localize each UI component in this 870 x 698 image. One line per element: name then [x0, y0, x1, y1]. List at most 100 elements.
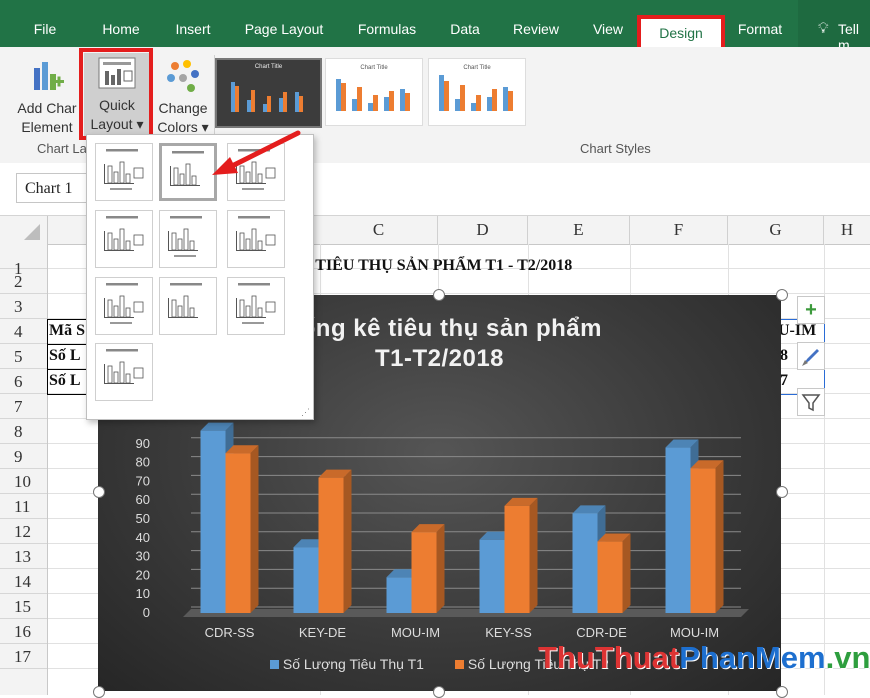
- y-tick-label: 20: [136, 567, 150, 582]
- chart-filters-button[interactable]: [797, 388, 825, 416]
- col-header-e[interactable]: E: [528, 216, 630, 244]
- col-header-f[interactable]: F: [630, 216, 728, 244]
- row-header-bar: 1 2 3 4 5 6 7 8 9 10 11 12 13 14 15 16 17: [0, 244, 48, 695]
- chart-styles-group-label: Chart Styles: [580, 141, 651, 156]
- row-header-3[interactable]: 3: [0, 294, 47, 319]
- row-header-2[interactable]: 2: [0, 269, 47, 294]
- bar-t2: [690, 468, 716, 613]
- tell-me-area[interactable]: 💡︎ Tell m: [798, 0, 870, 53]
- row-header-17[interactable]: 17: [0, 644, 47, 669]
- resize-grip-icon[interactable]: ⋰: [301, 407, 310, 418]
- quick-layout-option-9[interactable]: [227, 277, 285, 335]
- chart-resize-handle-top-right[interactable]: [776, 289, 788, 301]
- layout-preview-icon: [104, 149, 144, 190]
- tab-insert[interactable]: Insert: [167, 14, 219, 44]
- row-header-6[interactable]: 6: [0, 369, 47, 394]
- tab-view[interactable]: View: [585, 14, 631, 44]
- tab-home[interactable]: Home: [93, 14, 149, 44]
- x-tick-label: CDR-DE: [576, 625, 627, 640]
- quick-layout-option-6[interactable]: [227, 210, 285, 268]
- y-tick-label: 0: [143, 605, 150, 620]
- x-tick-label: KEY-DE: [299, 625, 347, 640]
- y-tick-label: 10: [136, 586, 150, 601]
- row-header-13[interactable]: 13: [0, 544, 47, 569]
- tab-format[interactable]: Format: [727, 14, 793, 44]
- bar-side: [250, 445, 259, 613]
- quick-layout-option-7[interactable]: [95, 277, 153, 335]
- change-colors-label-1: Change: [158, 100, 208, 116]
- row-header-12[interactable]: 12: [0, 519, 47, 544]
- chart-resize-handle-bottom-right[interactable]: [776, 686, 788, 698]
- quick-layout-option-1[interactable]: [95, 143, 153, 201]
- row-header-4[interactable]: 4: [0, 319, 47, 344]
- row-header-11[interactable]: 11: [0, 494, 47, 519]
- filter-icon: [801, 394, 821, 412]
- chart-resize-handle-top[interactable]: [433, 289, 445, 301]
- add-chart-element-icon: [34, 62, 64, 90]
- select-all-corner[interactable]: [0, 216, 48, 244]
- name-box[interactable]: Chart 1: [16, 173, 96, 203]
- bar-t1: [200, 430, 226, 613]
- watermark-part-2: PhanMem: [679, 640, 826, 675]
- col-header-d[interactable]: D: [438, 216, 528, 244]
- row-header-9[interactable]: 9: [0, 444, 47, 469]
- chart-layouts-group-label: Chart La: [37, 141, 87, 156]
- quick-layout-option-5[interactable]: [159, 210, 217, 268]
- bar-t2: [597, 541, 623, 613]
- quick-layout-option-8[interactable]: [159, 277, 217, 335]
- col-header-c[interactable]: C: [320, 216, 438, 244]
- tab-formulas[interactable]: Formulas: [348, 14, 426, 44]
- watermark-part-3: .vn: [825, 640, 870, 675]
- col-header-h[interactable]: H: [824, 216, 870, 244]
- quick-layout-option-10[interactable]: [95, 343, 153, 401]
- bar-t1: [665, 447, 691, 613]
- row-header-8[interactable]: 8: [0, 419, 47, 444]
- row-header-10[interactable]: 10: [0, 469, 47, 494]
- bar-side: [529, 497, 538, 613]
- tab-file[interactable]: File: [20, 14, 70, 44]
- chart-resize-handle-right[interactable]: [776, 486, 788, 498]
- highlight-quick-layout: [79, 48, 153, 140]
- row-header-14[interactable]: 14: [0, 569, 47, 594]
- chart-style-thumb-3[interactable]: Chart Title: [428, 58, 526, 126]
- x-tick-label: KEY-SS: [485, 625, 532, 640]
- legend-item-t1[interactable]: Số Lượng Tiêu Thụ T1: [270, 656, 424, 672]
- layout-preview-icon: [236, 283, 276, 324]
- y-tick-label: 80: [136, 455, 150, 470]
- quick-layout-option-4[interactable]: [95, 210, 153, 268]
- tab-page-layout[interactable]: Page Layout: [237, 14, 331, 44]
- style-thumb-title-3: Chart Title: [463, 65, 491, 71]
- row-header-7[interactable]: 7: [0, 394, 47, 419]
- layout-preview-icon: [236, 216, 276, 251]
- bar-t2: [318, 477, 344, 613]
- col-header-g[interactable]: G: [728, 216, 824, 244]
- chart-elements-button[interactable]: +: [797, 296, 825, 324]
- cell-title-fragment[interactable]: C TIÊU THỤ SẢN PHẨM T1 - T2/2018: [300, 257, 572, 275]
- bar-side: [622, 533, 631, 613]
- highlight-design-tab: [637, 15, 725, 51]
- paintbrush-icon: [802, 349, 819, 366]
- row-header-16[interactable]: 16: [0, 619, 47, 644]
- chart-resize-handle-left[interactable]: [93, 486, 105, 498]
- add-chart-element-label-1: Add Char: [17, 100, 77, 116]
- chart-styles-button[interactable]: [797, 342, 825, 370]
- tab-review[interactable]: Review: [505, 14, 567, 44]
- row-header-5[interactable]: 5: [0, 344, 47, 369]
- row-header-1[interactable]: 1: [0, 244, 47, 278]
- chart-style-thumb-1[interactable]: Chart Title: [215, 58, 322, 128]
- chart-resize-handle-bottom[interactable]: [433, 686, 445, 698]
- layout-preview-icon: [104, 349, 144, 384]
- chart-style-thumb-2[interactable]: Chart Title: [325, 58, 423, 126]
- plot-floor: [183, 609, 749, 617]
- y-tick-label: 50: [136, 511, 150, 526]
- add-chart-element-button[interactable]: Add Char Element: [14, 58, 80, 138]
- watermark-part-1: ThuThuat: [538, 640, 680, 675]
- row-header-15[interactable]: 15: [0, 594, 47, 619]
- bar-side: [715, 460, 724, 613]
- legend-swatch-orange: [455, 660, 464, 669]
- select-all-triangle-icon: [24, 224, 40, 240]
- chart-resize-handle-bottom-left[interactable]: [93, 686, 105, 698]
- layout-preview-icon: [168, 216, 202, 257]
- tab-data[interactable]: Data: [442, 14, 488, 44]
- x-tick-label: MOU-IM: [391, 625, 440, 640]
